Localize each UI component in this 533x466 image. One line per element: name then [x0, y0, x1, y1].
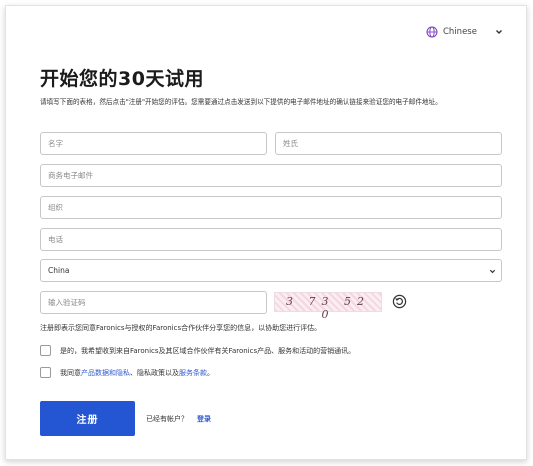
language-selector[interactable]: Chinese	[420, 19, 506, 45]
agree-terms-row: 我同意 产品数据和隐私 、隐私政策以及 服务条款 。	[40, 367, 214, 378]
captcha-code: 3 73 52 0	[286, 295, 370, 321]
chevron-down-icon	[489, 269, 496, 274]
login-prompt: 已经有帐户？ 登录	[146, 414, 211, 424]
agree-terms-prefix: 我同意	[60, 368, 81, 377]
chevron-down-icon	[496, 30, 502, 34]
last-name-field[interactable]: 姓氏	[275, 132, 502, 155]
agree-terms-middle: 、隐私政策以及	[130, 368, 179, 377]
country-select[interactable]: China	[40, 259, 502, 282]
consent-notice: 注册即表示您同意Faronics与授权的Faronics合作伙伴分享您的信息，以…	[40, 324, 322, 332]
have-account-text: 已经有帐户？	[146, 415, 188, 423]
login-link[interactable]: 登录	[197, 414, 211, 424]
agree-terms-suffix: 。	[207, 368, 214, 377]
globe-icon	[426, 26, 438, 38]
terms-link[interactable]: 服务条款	[179, 368, 207, 378]
refresh-captcha-icon[interactable]	[392, 294, 407, 309]
captcha-input[interactable]: 输入验证码	[40, 291, 267, 314]
marketing-opt-in-row: 是的，我希望收到来自Faronics及其区域合作伙伴有关Faronics产品、服…	[40, 345, 355, 356]
organization-field[interactable]: 组织	[40, 196, 502, 219]
captcha-image: 3 73 52 0	[274, 292, 382, 321]
phone-field[interactable]: 电话	[40, 228, 502, 251]
country-value: China	[48, 266, 70, 275]
marketing-opt-in-label: 是的，我希望收到来自Faronics及其区域合作伙伴有关Faronics产品、服…	[60, 346, 356, 355]
email-field[interactable]: 商务电子邮件	[40, 164, 502, 187]
form-description: 请填写下面的表格，然后点击"注册"开始您的评估。您需要通过点击发送到以下提供的电…	[40, 98, 442, 106]
first-name-field[interactable]: 名字	[40, 132, 267, 155]
privacy-link[interactable]: 产品数据和隐私	[81, 368, 130, 378]
marketing-opt-in-checkbox[interactable]	[40, 345, 51, 356]
page-title: 开始您的30天试用	[40, 68, 204, 90]
agree-terms-checkbox[interactable]	[40, 367, 51, 378]
language-label: Chinese	[443, 27, 477, 37]
register-button[interactable]: 注册	[40, 401, 135, 436]
